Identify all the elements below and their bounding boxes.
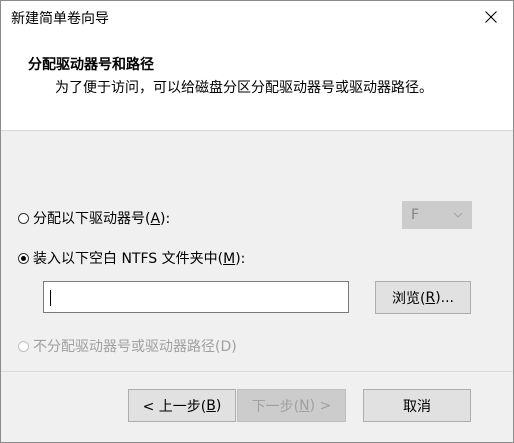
assign-letter-label: 分配以下驱动器号(A): xyxy=(33,211,171,227)
page-title: 分配驱动器号和路径 xyxy=(28,57,154,73)
drive-letter-select[interactable]: F xyxy=(402,201,472,229)
close-icon xyxy=(485,10,497,23)
mount-folder-label: 装入以下空白 NTFS 文件夹中(M): xyxy=(33,251,246,267)
window-title: 新建简单卷向导 xyxy=(11,11,109,27)
back-button[interactable]: < 上一步(B) xyxy=(128,389,236,422)
mount-folder-radio[interactable] xyxy=(18,252,29,264)
page-description: 为了便于访问，可以给磁盘分区分配驱动器号或驱动器路径。 xyxy=(55,80,433,96)
no-assign-label: 不分配驱动器号或驱动器路径(D) xyxy=(33,339,237,355)
no-assign-radio-option[interactable]: 不分配驱动器号或驱动器路径(D) xyxy=(18,336,237,356)
drive-letter-value: F xyxy=(411,207,420,223)
next-button[interactable]: 下一步(N) > xyxy=(237,389,346,422)
assign-letter-radio[interactable] xyxy=(18,212,29,224)
footer-divider xyxy=(1,371,513,372)
no-assign-radio[interactable] xyxy=(18,340,29,352)
chevron-down-icon xyxy=(453,212,463,218)
close-button[interactable] xyxy=(469,1,513,32)
mount-folder-radio-option[interactable]: 装入以下空白 NTFS 文件夹中(M): xyxy=(18,248,245,268)
text-caret xyxy=(50,290,51,306)
folder-path-input[interactable] xyxy=(43,281,349,313)
assign-letter-radio-option[interactable]: 分配以下驱动器号(A): xyxy=(18,208,170,228)
wizard-header: 分配驱动器号和路径 为了便于访问，可以给磁盘分区分配驱动器号或驱动器路径。 xyxy=(1,32,513,131)
browse-button[interactable]: 浏览(R)... xyxy=(375,281,471,314)
wizard-window: 新建简单卷向导 分配驱动器号和路径 为了便于访问，可以给磁盘分区分配驱动器号或驱… xyxy=(0,0,514,443)
title-bar: 新建简单卷向导 xyxy=(1,1,513,32)
cancel-button[interactable]: 取消 xyxy=(363,389,471,422)
